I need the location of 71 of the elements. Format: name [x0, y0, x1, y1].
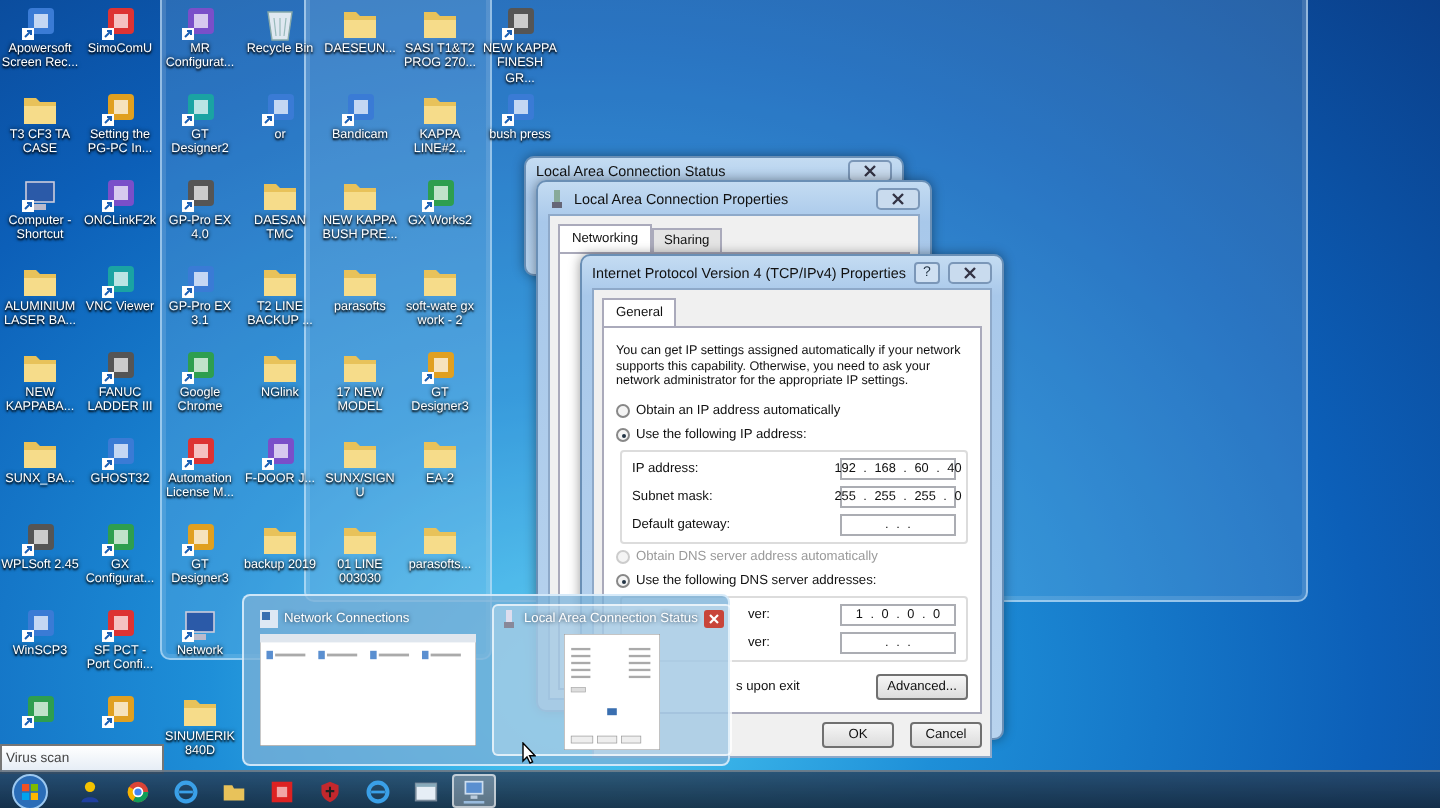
app-shortcut-icon [100, 522, 140, 558]
app-shortcut-icon [20, 608, 60, 644]
app-shortcut-icon [180, 436, 220, 472]
folder-icon [20, 92, 60, 128]
folder-icon [20, 350, 60, 386]
app-shortcut-icon [20, 694, 60, 730]
radio-button[interactable] [616, 428, 630, 443]
folder-icon [260, 264, 300, 300]
person-icon [78, 779, 102, 803]
folder-icon [340, 6, 380, 42]
app-shortcut-icon [180, 522, 220, 558]
folder-icon [420, 436, 460, 472]
folder-icon [340, 522, 380, 558]
app-shortcut-icon [260, 92, 300, 128]
folder-icon [340, 436, 380, 472]
folder-icon [340, 178, 380, 214]
app-shortcut-icon [100, 694, 140, 730]
computer-shortcut-icon [180, 608, 220, 644]
app-shortcut-icon [100, 92, 140, 128]
close-icon[interactable] [948, 261, 992, 283]
folder-icon [340, 264, 380, 300]
shield-icon [318, 779, 342, 803]
radio-button[interactable] [616, 574, 630, 589]
folder-icon [420, 522, 460, 558]
globe-e-icon [174, 779, 198, 803]
app-shortcut-icon [420, 350, 460, 386]
app-shortcut-icon [100, 608, 140, 644]
app-shortcut-icon [180, 6, 220, 42]
folder-icon [420, 92, 460, 128]
app-shortcut-icon [180, 264, 220, 300]
folder-icon [20, 264, 60, 300]
globe-e-icon [366, 779, 390, 803]
app-shortcut-icon [100, 350, 140, 386]
folder-icon [420, 6, 460, 42]
start-button[interactable] [12, 773, 48, 808]
app-icon [270, 779, 294, 803]
app-shortcut-icon [180, 178, 220, 214]
folder-icon [420, 264, 460, 300]
network-adapter-icon [548, 189, 566, 207]
network-window-icon [260, 610, 278, 628]
folder-icon [222, 779, 246, 803]
close-icon[interactable] [848, 159, 892, 181]
app-shortcut-icon [100, 178, 140, 214]
app-shortcut-icon [100, 264, 140, 300]
app-shortcut-icon [420, 178, 460, 214]
app-shortcut-icon [20, 522, 60, 558]
app-shortcut-icon [180, 92, 220, 128]
network-icon [462, 779, 486, 803]
folder-icon [20, 436, 60, 472]
app-shortcut-icon [180, 350, 220, 386]
close-icon[interactable] [703, 610, 724, 628]
browser-icon [126, 779, 150, 803]
app-shortcut-icon [20, 6, 60, 42]
folder-icon [260, 350, 300, 386]
app-shortcut-icon [340, 92, 380, 128]
radio-button[interactable] [616, 404, 630, 419]
app-shortcut-icon [500, 92, 540, 128]
app-shortcut-icon [100, 436, 140, 472]
folder-icon [340, 350, 380, 386]
network-adapter-icon [500, 610, 518, 628]
window-icon [414, 779, 438, 803]
app-shortcut-icon [260, 436, 300, 472]
folder-icon [260, 522, 300, 558]
folder-icon [180, 694, 220, 730]
close-icon[interactable] [876, 187, 920, 209]
app-shortcut-icon [500, 6, 540, 42]
window-thumbnail [563, 634, 660, 750]
mouse-cursor-icon [522, 742, 536, 764]
app-shortcut-icon [100, 6, 140, 42]
computer-shortcut-icon [20, 178, 60, 214]
folder-icon [260, 178, 300, 214]
